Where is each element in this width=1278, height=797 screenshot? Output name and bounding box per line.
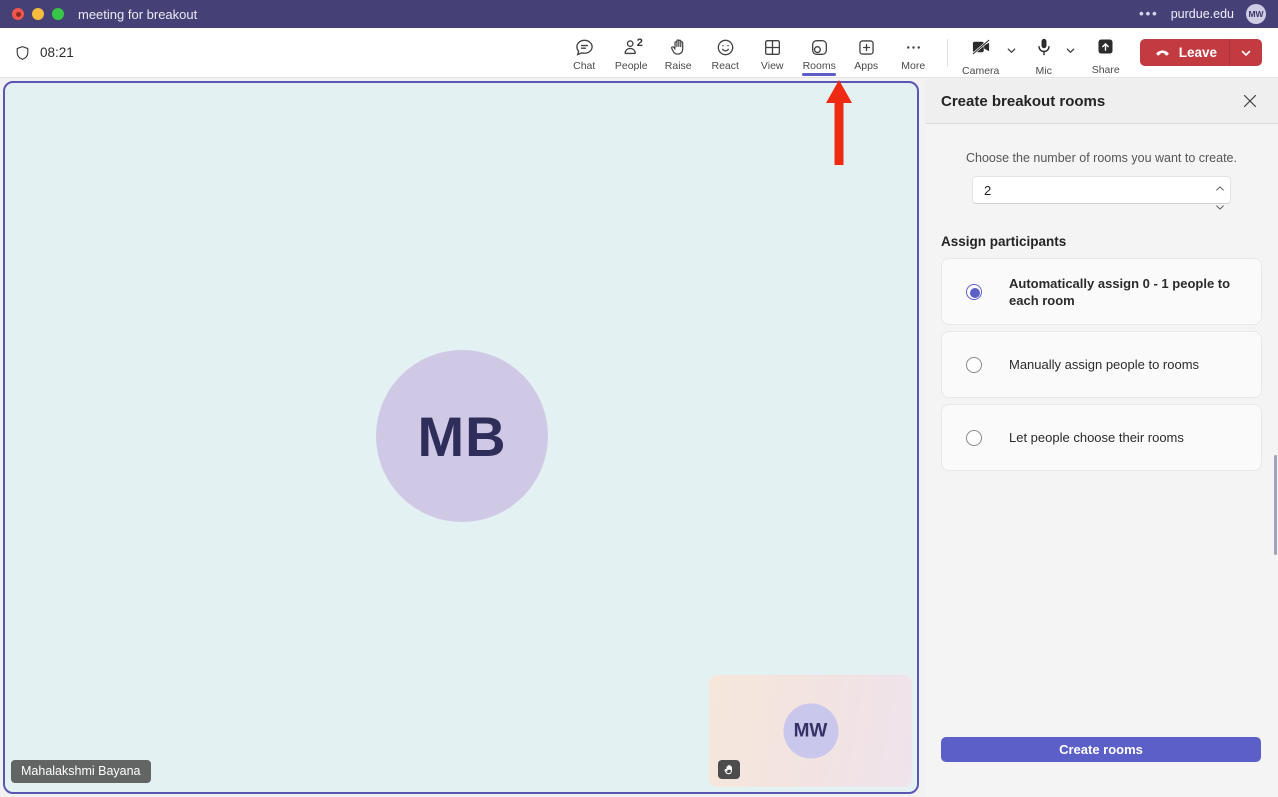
rooms-icon (809, 36, 830, 58)
react-button[interactable]: React (702, 28, 749, 77)
hand-icon (723, 764, 735, 776)
more-ellipsis-icon (903, 36, 924, 58)
window-controls (12, 8, 64, 20)
leave-button[interactable]: Leave (1140, 39, 1262, 66)
view-button[interactable]: View (749, 28, 796, 77)
apps-plus-icon (856, 36, 877, 58)
camera-button[interactable]: Camera (958, 36, 1004, 77)
assign-participants-heading: Assign participants (941, 234, 1262, 249)
mic-options-chevron-icon[interactable] (1065, 43, 1076, 61)
react-smiley-icon (715, 36, 736, 58)
mic-icon (1033, 36, 1055, 63)
spinner-down-icon[interactable] (1215, 198, 1225, 216)
participant-avatar: MB (376, 350, 548, 522)
rooms-count-input[interactable] (972, 176, 1231, 204)
meeting-timer: 08:21 (14, 28, 74, 77)
self-view-avatar: MW (783, 704, 838, 759)
panel-body: Choose the number of rooms you want to c… (925, 124, 1278, 797)
view-grid-icon (762, 36, 783, 58)
more-button[interactable]: More (890, 28, 937, 77)
panel-title: Create breakout rooms (941, 93, 1105, 110)
toolbar-divider (947, 39, 948, 67)
meeting-timer-value: 08:21 (40, 45, 74, 60)
close-icon (1243, 94, 1257, 108)
apps-button[interactable]: Apps (843, 28, 890, 77)
camera-off-icon (969, 36, 993, 63)
share-button[interactable]: Share (1084, 36, 1128, 76)
chat-icon (574, 36, 595, 58)
rooms-count-instruction: Choose the number of rooms you want to c… (941, 124, 1262, 165)
panel-scrollbar[interactable] (1274, 455, 1277, 555)
video-stage: MB Mahalakshmi Bayana MW (3, 81, 919, 794)
people-button[interactable]: 2 People (608, 28, 655, 77)
option-auto-assign[interactable]: Automatically assign 0 - 1 people to eac… (941, 258, 1262, 325)
assignment-options: Automatically assign 0 - 1 people to eac… (941, 258, 1262, 471)
titlebar-more-icon[interactable]: ••• (1139, 9, 1159, 19)
close-window-button[interactable] (12, 8, 24, 20)
close-panel-button[interactable] (1238, 89, 1262, 113)
radio-icon[interactable] (966, 357, 982, 373)
mic-button[interactable]: Mic (1025, 36, 1063, 77)
rooms-button[interactable]: Rooms (796, 28, 843, 77)
raised-hand-badge (718, 760, 740, 779)
leave-button-label: Leave (1179, 45, 1217, 60)
chat-button[interactable]: Chat (561, 28, 608, 77)
meeting-toolbar: 08:21 Chat 2 People Raise React (0, 28, 1278, 78)
self-view-tile[interactable]: MW (709, 675, 912, 787)
option-people-choose[interactable]: Let people choose their rooms (941, 404, 1262, 471)
shield-icon (14, 44, 31, 62)
panel-header: Create breakout rooms (925, 79, 1278, 124)
radio-icon[interactable] (966, 284, 982, 300)
camera-options-chevron-icon[interactable] (1006, 43, 1017, 61)
minimize-window-button[interactable] (32, 8, 44, 20)
meeting-title: meeting for breakout (78, 7, 197, 22)
spinner-up-icon[interactable] (1215, 179, 1225, 197)
create-rooms-button[interactable]: Create rooms (941, 737, 1261, 762)
breakout-rooms-panel: Create breakout rooms Choose the number … (925, 79, 1278, 797)
share-screen-icon (1095, 36, 1116, 62)
hangup-phone-icon (1153, 42, 1172, 64)
leave-options-chevron-icon[interactable] (1230, 39, 1262, 66)
tenant-name: purdue.edu (1171, 7, 1234, 21)
titlebar: meeting for breakout ••• purdue.edu MW (0, 0, 1278, 28)
zoom-window-button[interactable] (52, 8, 64, 20)
raise-hand-icon (668, 36, 689, 58)
people-count-badge: 2 (637, 37, 643, 49)
raise-hand-button[interactable]: Raise (655, 28, 702, 77)
teams-meeting-window: meeting for breakout ••• purdue.edu MW 0… (0, 0, 1278, 797)
radio-icon[interactable] (966, 430, 982, 446)
user-avatar[interactable]: MW (1246, 4, 1266, 24)
participant-name-tag: Mahalakshmi Bayana (11, 760, 151, 783)
rooms-count-field (972, 176, 1231, 204)
option-manual-assign[interactable]: Manually assign people to rooms (941, 331, 1262, 398)
